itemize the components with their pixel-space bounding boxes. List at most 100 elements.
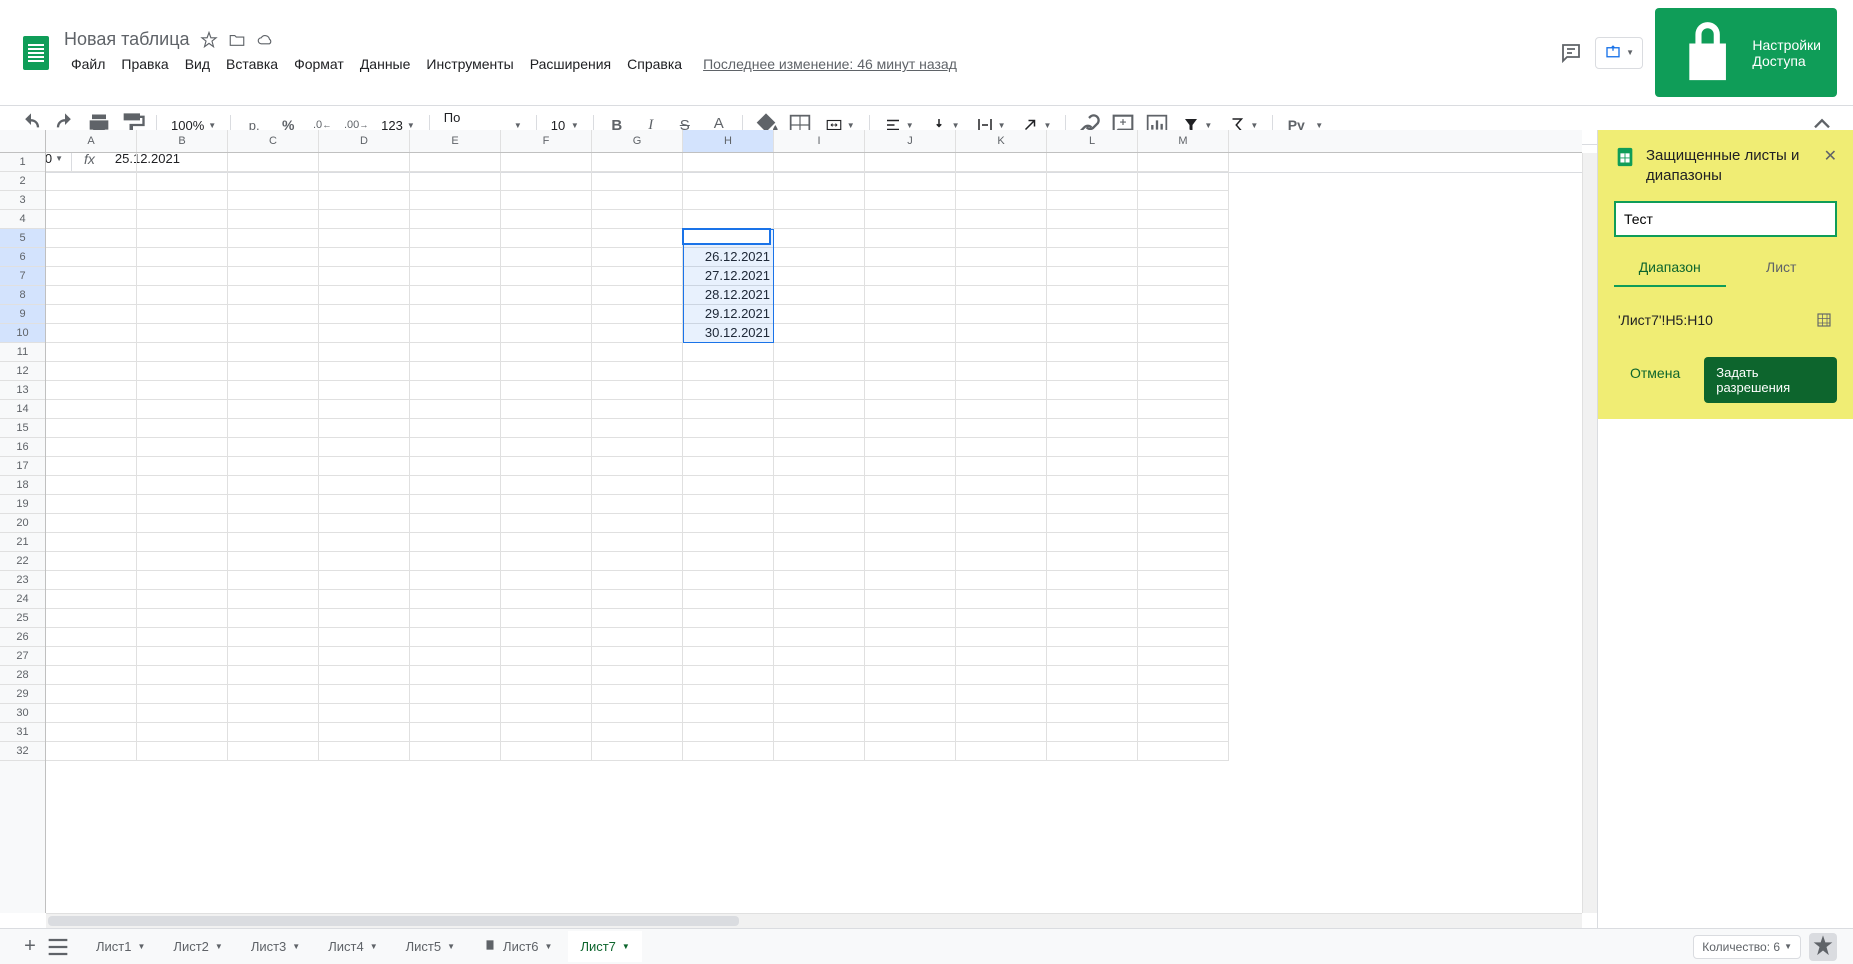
cell-D19[interactable] <box>319 495 410 514</box>
cell-G14[interactable] <box>592 400 683 419</box>
row-header-28[interactable]: 28 <box>0 666 45 685</box>
cell-F12[interactable] <box>501 362 592 381</box>
cell-J4[interactable] <box>865 210 956 229</box>
row-header-30[interactable]: 30 <box>0 704 45 723</box>
close-panel-icon[interactable]: ✕ <box>1824 146 1837 166</box>
cell-J24[interactable] <box>865 590 956 609</box>
sheet-tab-2[interactable]: Лист2▼ <box>161 931 234 962</box>
cell-A5[interactable] <box>46 229 137 248</box>
cell-L18[interactable] <box>1047 476 1138 495</box>
cell-H6[interactable]: 26.12.2021 <box>683 248 774 267</box>
cell-M4[interactable] <box>1138 210 1229 229</box>
cell-A11[interactable] <box>46 343 137 362</box>
menu-file[interactable]: Файл <box>64 52 112 76</box>
cell-J28[interactable] <box>865 666 956 685</box>
cell-G32[interactable] <box>592 742 683 761</box>
explore-button[interactable] <box>1809 933 1837 961</box>
cell-C30[interactable] <box>228 704 319 723</box>
row-header-14[interactable]: 14 <box>0 400 45 419</box>
cell-D2[interactable] <box>319 172 410 191</box>
row-header-16[interactable]: 16 <box>0 438 45 457</box>
cell-F3[interactable] <box>501 191 592 210</box>
select-range-icon[interactable] <box>1815 311 1833 329</box>
cell-I2[interactable] <box>774 172 865 191</box>
row-header-3[interactable]: 3 <box>0 191 45 210</box>
cell-I24[interactable] <box>774 590 865 609</box>
cell-J19[interactable] <box>865 495 956 514</box>
cell-C10[interactable] <box>228 324 319 343</box>
cell-H3[interactable] <box>683 191 774 210</box>
cell-F32[interactable] <box>501 742 592 761</box>
cell-K13[interactable] <box>956 381 1047 400</box>
column-header-F[interactable]: F <box>501 130 592 152</box>
row-header-20[interactable]: 20 <box>0 514 45 533</box>
cell-M11[interactable] <box>1138 343 1229 362</box>
cell-A3[interactable] <box>46 191 137 210</box>
cell-F15[interactable] <box>501 419 592 438</box>
cell-M25[interactable] <box>1138 609 1229 628</box>
cell-A28[interactable] <box>46 666 137 685</box>
cell-L24[interactable] <box>1047 590 1138 609</box>
cell-E3[interactable] <box>410 191 501 210</box>
cell-H24[interactable] <box>683 590 774 609</box>
cell-L29[interactable] <box>1047 685 1138 704</box>
cell-K32[interactable] <box>956 742 1047 761</box>
sheet-tab-menu-arrow[interactable]: ▼ <box>137 942 145 951</box>
cell-M18[interactable] <box>1138 476 1229 495</box>
cell-D16[interactable] <box>319 438 410 457</box>
cell-K10[interactable] <box>956 324 1047 343</box>
row-header-8[interactable]: 8 <box>0 286 45 305</box>
cell-A32[interactable] <box>46 742 137 761</box>
cell-L27[interactable] <box>1047 647 1138 666</box>
cell-H2[interactable] <box>683 172 774 191</box>
cell-L22[interactable] <box>1047 552 1138 571</box>
cell-A9[interactable] <box>46 305 137 324</box>
column-header-G[interactable]: G <box>592 130 683 152</box>
cell-F8[interactable] <box>501 286 592 305</box>
cell-K14[interactable] <box>956 400 1047 419</box>
cell-E24[interactable] <box>410 590 501 609</box>
cell-M14[interactable] <box>1138 400 1229 419</box>
cell-G9[interactable] <box>592 305 683 324</box>
cell-H19[interactable] <box>683 495 774 514</box>
cell-J14[interactable] <box>865 400 956 419</box>
cell-M28[interactable] <box>1138 666 1229 685</box>
cell-J27[interactable] <box>865 647 956 666</box>
row-header-31[interactable]: 31 <box>0 723 45 742</box>
menu-format[interactable]: Формат <box>287 52 351 76</box>
cell-J21[interactable] <box>865 533 956 552</box>
cell-F17[interactable] <box>501 457 592 476</box>
move-icon[interactable] <box>228 31 246 49</box>
description-input[interactable] <box>1614 201 1837 237</box>
cell-G3[interactable] <box>592 191 683 210</box>
cell-J8[interactable] <box>865 286 956 305</box>
cell-K21[interactable] <box>956 533 1047 552</box>
cell-M16[interactable] <box>1138 438 1229 457</box>
sheet-tab-4[interactable]: Лист4▼ <box>316 931 389 962</box>
cell-C9[interactable] <box>228 305 319 324</box>
cell-G8[interactable] <box>592 286 683 305</box>
cell-D29[interactable] <box>319 685 410 704</box>
cell-C6[interactable] <box>228 248 319 267</box>
cell-M13[interactable] <box>1138 381 1229 400</box>
cell-I22[interactable] <box>774 552 865 571</box>
cell-J11[interactable] <box>865 343 956 362</box>
menu-edit[interactable]: Правка <box>114 52 175 76</box>
cell-G27[interactable] <box>592 647 683 666</box>
cell-E29[interactable] <box>410 685 501 704</box>
cell-E17[interactable] <box>410 457 501 476</box>
cell-I7[interactable] <box>774 267 865 286</box>
cell-B1[interactable] <box>137 153 228 172</box>
row-header-23[interactable]: 23 <box>0 571 45 590</box>
row-header-6[interactable]: 6 <box>0 248 45 267</box>
row-header-22[interactable]: 22 <box>0 552 45 571</box>
cell-G4[interactable] <box>592 210 683 229</box>
cell-G5[interactable] <box>592 229 683 248</box>
cell-F6[interactable] <box>501 248 592 267</box>
row-header-13[interactable]: 13 <box>0 381 45 400</box>
cell-H8[interactable]: 28.12.2021 <box>683 286 774 305</box>
cell-A21[interactable] <box>46 533 137 552</box>
cell-B17[interactable] <box>137 457 228 476</box>
cell-A12[interactable] <box>46 362 137 381</box>
cell-B4[interactable] <box>137 210 228 229</box>
